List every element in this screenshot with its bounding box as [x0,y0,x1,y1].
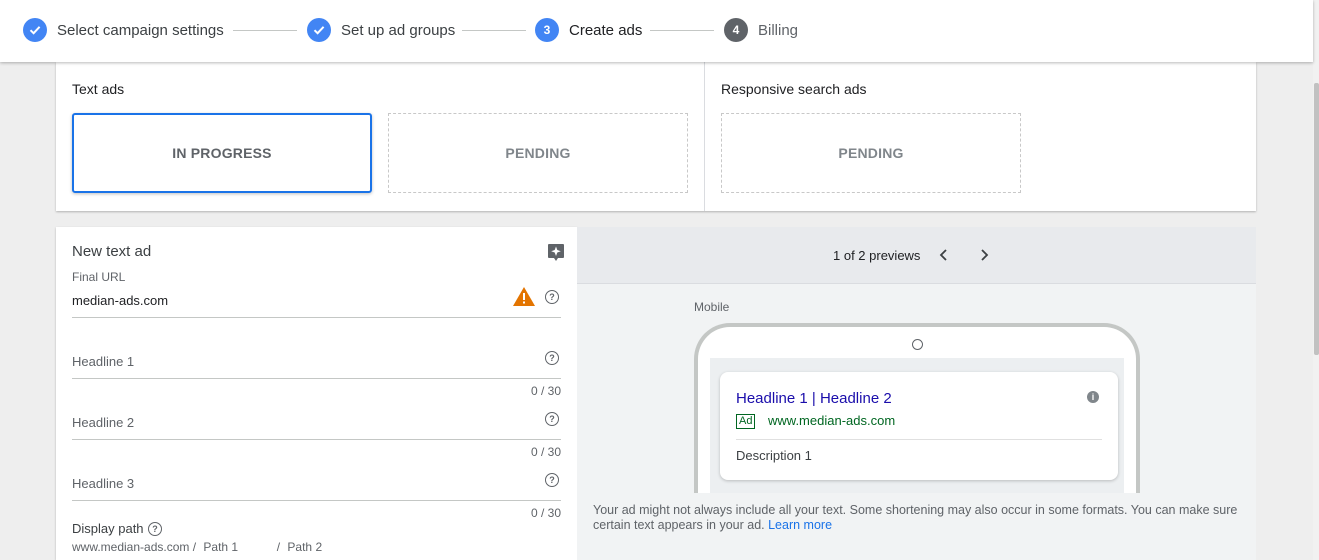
shortening-notice: Your ad might not always include all you… [593,503,1243,533]
final-url-underline [72,317,561,318]
next-preview-button[interactable] [974,245,994,265]
previous-preview-button[interactable] [934,245,954,265]
step-label: Set up ad groups [341,21,456,39]
preview-header: 1 of 2 previews [577,227,1256,284]
divider [704,62,705,211]
headline-3-input[interactable]: Headline 3 [72,476,134,491]
headline-2-underline [72,439,561,440]
headline-1-counter: 0 / 30 [530,384,561,398]
responsive-ad-pending-slot[interactable]: PENDING [721,113,1021,193]
ad-headline: Headline 1 | Headline 2 [736,390,892,407]
scrollbar[interactable] [1313,0,1319,560]
preview-count: 1 of 2 previews [833,248,921,263]
stepper: Select campaign settings Set up ad group… [0,0,1313,62]
step-connector [462,30,526,31]
step-label: Billing [758,21,799,39]
scrollbar-thumb[interactable] [1314,83,1319,355]
step-number-badge: 3 [535,18,559,42]
final-url-input[interactable]: median-ads.com [72,293,168,308]
text-ads-title: Text ads [72,81,125,97]
phone-frame: Headline 1 | Headline 2 i Ad www.median-… [694,323,1140,493]
step-connector [233,30,297,31]
notice-text: Your ad might not always include all you… [593,503,1238,532]
headline-3-counter: 0 / 30 [530,506,561,520]
check-icon [23,18,47,42]
path-2-input[interactable]: Path 2 [287,540,322,554]
learn-more-link[interactable]: Learn more [768,518,832,532]
headline-2-input[interactable]: Headline 2 [72,415,134,430]
help-icon[interactable]: ? [545,351,559,365]
help-icon[interactable]: ? [545,290,559,304]
step-connector [650,30,714,31]
responsive-search-ads-title: Responsive search ads [721,81,867,97]
device-label: Mobile [694,300,730,314]
divider [736,439,1102,440]
warning-icon[interactable] [512,286,536,307]
headline-2-counter: 0 / 30 [530,445,561,459]
text-ad-in-progress-slot[interactable]: IN PROGRESS [72,113,372,193]
help-icon[interactable]: ? [545,473,559,487]
step-label: Create ads [569,21,643,39]
ad-type-card: Text ads IN PROGRESS PENDING Responsive … [56,62,1256,211]
ad-preview-panel: 1 of 2 previews Mobile Headline 1 | Head… [577,227,1256,560]
display-path-row: www.median-ads.com / Path 1 / Path 2 [72,540,322,554]
ad-display-url: www.median-ads.com [768,413,896,428]
check-icon [307,18,331,42]
step-set-up-ad-groups[interactable]: Set up ad groups [307,17,455,43]
ad-suggestions-icon[interactable] [547,243,565,263]
display-path-domain: www.median-ads.com / [72,540,197,554]
step-billing[interactable]: 4 Billing [724,17,798,43]
info-icon[interactable]: i [1087,391,1099,403]
path-1-input[interactable]: Path 1 [203,540,269,554]
help-icon[interactable]: ? [148,522,162,536]
step-create-ads[interactable]: 3 Create ads [535,17,642,43]
text-ad-pending-slot[interactable]: PENDING [388,113,688,193]
ad-badge: Ad [736,414,756,429]
help-icon[interactable]: ? [545,412,559,426]
editor-title: New text ad [72,243,152,260]
phone-camera-icon [912,339,923,350]
ad-preview-card: Headline 1 | Headline 2 i Ad www.median-… [720,372,1118,480]
step-select-campaign-settings[interactable]: Select campaign settings [23,17,224,43]
headline-1-input[interactable]: Headline 1 [72,354,134,369]
step-number-badge: 4 [724,18,748,42]
ad-description: Description 1 [736,448,812,463]
step-label: Select campaign settings [57,21,224,39]
path-separator: / [276,540,281,554]
final-url-label: Final URL [72,270,126,284]
display-path-label: Display path [72,521,144,536]
headline-3-underline [72,500,561,501]
text-ad-editor: New text ad Final URL median-ads.com ? H… [56,227,577,560]
phone-screen: Headline 1 | Headline 2 i Ad www.median-… [710,358,1124,493]
headline-1-underline [72,378,561,379]
